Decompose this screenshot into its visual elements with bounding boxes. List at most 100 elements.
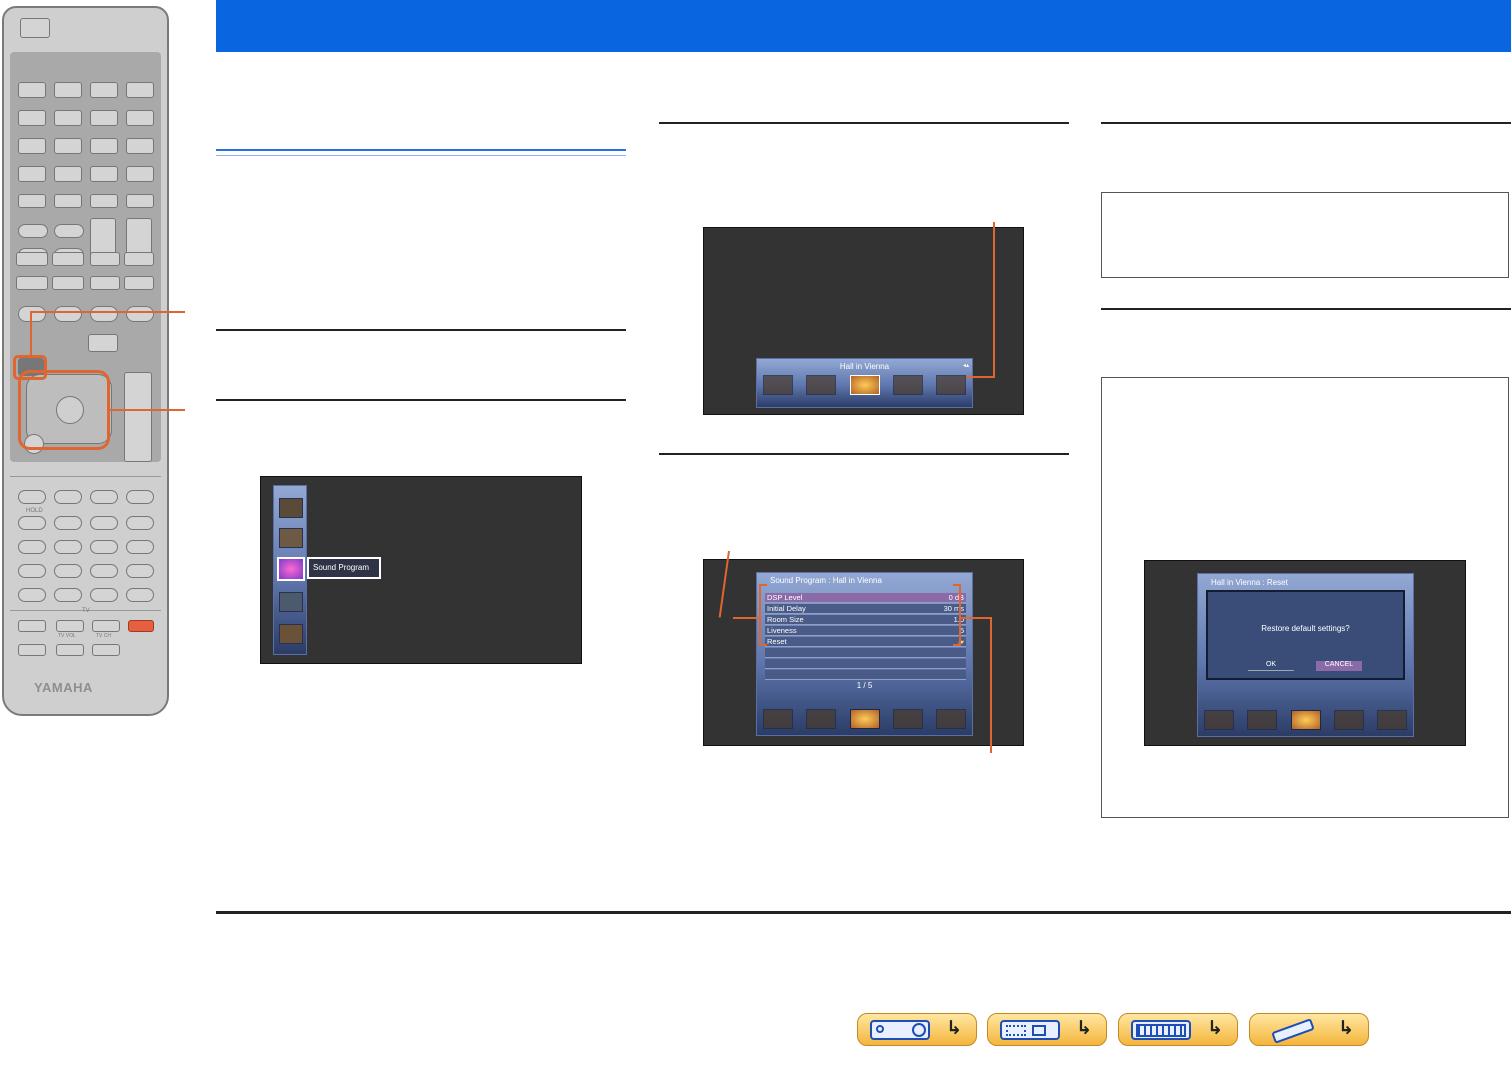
nav-button-rear-panel[interactable]: ↳ xyxy=(987,1013,1107,1046)
number-button xyxy=(54,564,82,578)
param-row-initial-delay[interactable]: Initial Delay 30 ms xyxy=(765,604,966,614)
program-thumb[interactable] xyxy=(763,375,793,395)
header-bar xyxy=(216,0,1511,52)
program-thumb[interactable] xyxy=(936,375,966,395)
callout-line-menu-vertical xyxy=(30,311,32,357)
callout-line-param-names-h xyxy=(733,617,759,619)
reset-question: Restore default settings? xyxy=(1261,624,1350,633)
scene-button xyxy=(124,252,154,266)
nav-button-front-panel[interactable]: ↳ xyxy=(857,1013,977,1046)
highlight-cursor-buttons xyxy=(18,370,110,450)
program-thumb xyxy=(892,709,923,729)
program-thumb-selected[interactable] xyxy=(849,375,880,395)
param-row-liveness[interactable]: Liveness 5 xyxy=(765,626,966,636)
input-button xyxy=(90,138,118,154)
input-icon xyxy=(279,498,303,518)
input-button xyxy=(18,194,46,208)
param-row-reset[interactable]: Reset ▰ xyxy=(765,637,966,647)
scene-button xyxy=(90,276,120,290)
callout-line-menu xyxy=(30,311,185,313)
input-button xyxy=(18,110,46,126)
program-thumb xyxy=(763,709,793,729)
menu-icon-column xyxy=(273,485,307,655)
program-thumb[interactable] xyxy=(806,375,837,395)
program-thumbnails xyxy=(763,375,966,395)
option-button xyxy=(90,306,118,322)
sound-program-label[interactable]: Sound Program xyxy=(307,557,381,579)
bottom-rule xyxy=(216,911,1511,914)
number-button xyxy=(18,540,46,554)
tv-vol-label: TV VOL xyxy=(58,633,76,639)
scene-icon xyxy=(279,528,303,548)
param-row-room-size[interactable]: Room Size 1.0 xyxy=(765,615,966,625)
cancel-button[interactable]: CANCEL xyxy=(1316,661,1362,671)
jump-arrow-icon: ↳ xyxy=(946,1018,962,1039)
tv-ch-label: TV CH xyxy=(96,633,111,639)
transport-button xyxy=(54,490,82,504)
tv-vol-down-button xyxy=(56,644,84,656)
setup-icon xyxy=(279,624,303,644)
section-rule-blue xyxy=(216,149,626,151)
osd-screen-reset: Hall in Vienna : Reset Restore default s… xyxy=(1144,560,1466,746)
transport-button xyxy=(90,490,118,504)
tv-ch-down-button xyxy=(92,644,120,656)
param-name: DSP Level xyxy=(767,593,803,602)
callout-line-param-values xyxy=(990,617,992,753)
program-thumb[interactable] xyxy=(892,375,923,395)
yamaha-logo: YAMAHA xyxy=(34,680,93,695)
callout-line-param-values-h xyxy=(961,617,991,619)
mode-button xyxy=(54,224,84,238)
manual-page: HOLD TV TV VOL TV CH YAMAHA Sound Progra… xyxy=(0,0,1511,1076)
param-name: Initial Delay xyxy=(767,604,806,613)
input-button xyxy=(90,110,118,126)
param-name: Reset xyxy=(767,637,787,646)
bracket-param-names xyxy=(759,584,767,646)
number-button xyxy=(90,588,118,602)
osd-screen-main-menu: Sound Program xyxy=(260,476,582,664)
tv-label: TV xyxy=(82,608,90,614)
jump-arrow-icon: ↳ xyxy=(1207,1018,1223,1039)
program-thumb-selected xyxy=(1290,710,1321,730)
scene-button xyxy=(16,252,48,266)
step-rule xyxy=(659,122,1069,124)
param-row-dsp-level[interactable]: DSP Level 0 dB xyxy=(765,593,966,603)
input-button xyxy=(54,138,82,154)
param-row-empty xyxy=(765,670,966,680)
input-button xyxy=(126,138,154,154)
ok-button[interactable]: OK xyxy=(1248,661,1294,671)
jump-arrow-icon: ↳ xyxy=(1076,1018,1092,1039)
number-button xyxy=(126,564,154,578)
transport-button xyxy=(18,490,46,504)
tv-mute-button xyxy=(18,644,46,656)
step-rule xyxy=(216,399,626,401)
transport-button xyxy=(18,516,46,530)
input-button xyxy=(126,166,154,182)
program-thumb xyxy=(1247,710,1278,730)
input-button xyxy=(54,110,82,126)
callout-line-program-scroll-h xyxy=(966,376,995,378)
program-name: Hall in Vienna xyxy=(839,362,890,371)
option-button xyxy=(126,306,154,322)
sound-program-icon[interactable] xyxy=(277,557,305,581)
receiver-front-panel-icon xyxy=(870,1020,930,1040)
scene-button xyxy=(124,276,154,290)
program-thumbnails xyxy=(763,709,966,729)
program-thumb xyxy=(1333,710,1364,730)
input-button xyxy=(126,194,154,208)
input-button xyxy=(18,82,46,98)
tv-vol-up-button xyxy=(56,620,84,632)
program-thumb xyxy=(1204,710,1234,730)
input-button xyxy=(54,82,82,98)
option-icon xyxy=(279,592,303,612)
callout-line-program-scroll xyxy=(993,222,995,378)
param-name: Liveness xyxy=(767,626,797,635)
parameter-panel: Sound Program : Hall in Vienna DSP Level… xyxy=(756,572,973,736)
page-indicator: 1 / 5 xyxy=(856,681,873,690)
front-display-icon xyxy=(1131,1020,1191,1040)
nav-button-front-display[interactable]: ↳ xyxy=(1118,1013,1238,1046)
volume-rocker xyxy=(124,372,152,462)
nav-button-remote[interactable]: ↳ xyxy=(1249,1013,1369,1046)
step-rule xyxy=(1101,122,1511,124)
scene-button xyxy=(90,252,120,266)
hold-label: HOLD xyxy=(26,508,43,514)
